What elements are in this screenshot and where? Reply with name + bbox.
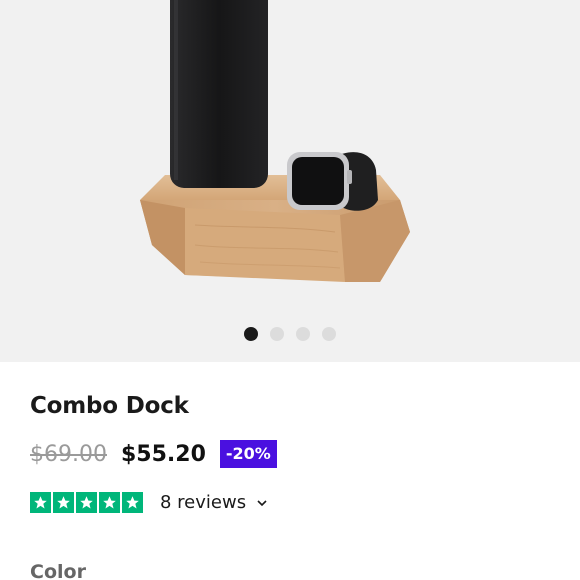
star-icon [99, 492, 120, 513]
star-icon [30, 492, 51, 513]
reviews-label: 8 reviews [160, 492, 247, 513]
product-image-gallery[interactable] [0, 0, 580, 362]
star-icon [122, 492, 143, 513]
star-icon [76, 492, 97, 513]
gallery-dot-1[interactable] [244, 327, 258, 341]
star-icon [53, 492, 74, 513]
gallery-dot-3[interactable] [296, 327, 310, 341]
sale-price: $55.20 [120, 441, 206, 467]
original-price: $69.00 [30, 441, 107, 467]
chevron-down-icon [257, 499, 267, 506]
product-image[interactable] [0, 0, 580, 362]
reviews-row: 8 reviews [30, 492, 268, 513]
color-option-label: Color [30, 561, 86, 580]
gallery-pagination [244, 327, 336, 341]
rating-stars [30, 492, 143, 513]
price-row: $69.00 $55.20 -20% [30, 440, 277, 468]
product-title: Combo Dock [30, 393, 189, 419]
gallery-dot-2[interactable] [270, 327, 284, 341]
reviews-toggle[interactable]: 8 reviews [160, 492, 268, 513]
discount-badge: -20% [219, 440, 277, 468]
gallery-dot-4[interactable] [322, 327, 336, 341]
product-page: Combo Dock $69.00 $55.20 -20% 8 reviews [0, 0, 580, 580]
